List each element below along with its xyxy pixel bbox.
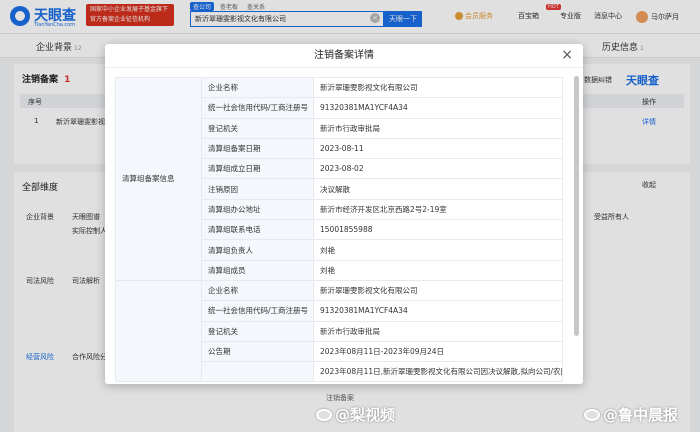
field-label: 清算组负责人 — [201, 239, 314, 261]
field-value: 2023-08-02 — [313, 158, 563, 180]
weibo-icon — [584, 409, 600, 421]
field-value: 91320381MA1YCF4A34 — [313, 300, 563, 322]
detail-table: 清算组备案信息 企业名称 新沂翠珊雯影视文化有限公司 统一社会信用代码/工商注册号 91… — [115, 77, 563, 383]
field-value: 91320381MA1YCF4A34 — [313, 97, 563, 119]
watermark-text: @鲁中晨报 — [603, 406, 679, 424]
footer-hint: 注销备案 — [326, 394, 354, 402]
field-value: 决议解散 — [313, 178, 563, 200]
field-label: 清算组联系电话 — [201, 219, 314, 241]
section-group-label: 清算组备案信息 — [115, 77, 202, 281]
field-label: 统一社会信用代码/工商注册号 — [201, 300, 314, 322]
watermark-pear-video: @梨视频 — [316, 404, 395, 425]
field-label: 企业名称 — [201, 279, 314, 302]
section-group-label — [115, 279, 202, 383]
detail-row: 企业名称 新沂翠珊雯影视文化有限公司 — [115, 279, 563, 383]
field-value: 2023年08月11日-2023年09月24日 — [313, 340, 563, 363]
cancel-record-detail-modal: 注销备案详情 × 清算组备案信息 企业名称 新沂翠珊雯影视文化有限公司 统一社会信用代… — [105, 44, 583, 384]
field-label: 登记机关 — [201, 117, 314, 139]
weibo-icon — [316, 409, 332, 421]
field-value: 15001855988 — [313, 219, 563, 241]
field-value: 新沂翠珊雯影视文化有限公司 — [313, 77, 563, 99]
field-label: 清算组成员 — [201, 259, 314, 281]
field-value: 新沂市行政审批局 — [313, 320, 563, 342]
field-label: 清算组成立日期 — [201, 158, 314, 180]
modal-title: 注销备案详情 — [105, 44, 583, 68]
field-value: 2023年08月11日,新沂翠珊雯影视文化有限公司因决议解散,拟向公司/农民 — [313, 361, 563, 383]
modal-scrollbar[interactable] — [574, 76, 579, 336]
field-value: 2023-08-11 — [313, 137, 563, 160]
close-icon[interactable]: × — [561, 47, 573, 63]
detail-row: 清算组备案信息 企业名称 新沂翠珊雯影视文化有限公司 — [115, 77, 563, 281]
field-value: 新沂市经济开发区北京西路2号2-19室 — [313, 198, 563, 221]
field-label: 注销原因 — [201, 178, 314, 200]
field-label: 公告期 — [201, 340, 314, 363]
field-label: 企业名称 — [201, 77, 314, 99]
field-value: 新沂翠珊雯影视文化有限公司 — [313, 279, 563, 302]
field-label — [201, 361, 314, 383]
field-label: 统一社会信用代码/工商注册号 — [201, 97, 314, 119]
field-label: 登记机关 — [201, 320, 314, 342]
field-value: 刘艳 — [313, 259, 563, 281]
field-label: 清算组办公地址 — [201, 198, 314, 221]
field-value: 新沂市行政审批局 — [313, 117, 563, 139]
modal-body: 清算组备案信息 企业名称 新沂翠珊雯影视文化有限公司 统一社会信用代码/工商注册号 91… — [115, 77, 569, 384]
watermark-luzhong: @鲁中晨报 — [584, 404, 678, 425]
watermark-text: @梨视频 — [335, 406, 396, 424]
field-value: 刘艳 — [313, 239, 563, 261]
field-label: 清算组备案日期 — [201, 137, 314, 160]
